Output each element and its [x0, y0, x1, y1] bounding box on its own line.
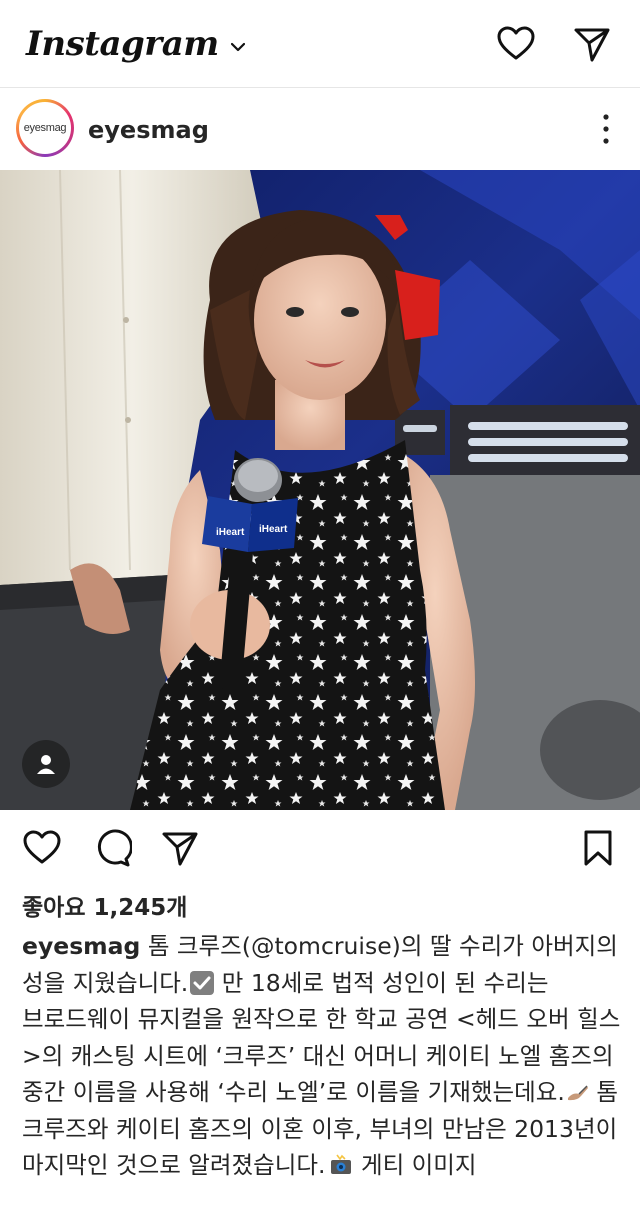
- svg-text:iHeart: iHeart: [216, 527, 245, 538]
- avatar-logo-text: eyesmag: [23, 122, 67, 134]
- avatar-inner: eyesmag: [19, 102, 71, 154]
- top-bar: Instagram: [0, 0, 640, 88]
- post-header: eyesmag eyesmag: [0, 89, 640, 169]
- more-options-icon[interactable]: [594, 107, 618, 151]
- like-heart-icon[interactable]: [22, 828, 62, 868]
- share-paper-plane-icon[interactable]: [160, 828, 200, 868]
- svg-text:iHeart: iHeart: [259, 524, 288, 535]
- logo-switcher[interactable]: Instagram: [26, 20, 245, 68]
- person-icon: [37, 755, 55, 774]
- check-mark-button-icon: [190, 970, 215, 995]
- instagram-logo: Instagram: [26, 24, 219, 64]
- paper-plane-icon[interactable]: [572, 24, 612, 64]
- avatar[interactable]: eyesmag: [16, 99, 74, 157]
- caption-username[interactable]: eyesmag: [22, 932, 140, 960]
- likes-count[interactable]: 좋아요 1,245개: [22, 888, 187, 922]
- post-username[interactable]: eyesmag: [88, 116, 209, 144]
- post-caption: eyesmag 톰 크루즈(@tomcruise)의 딸 수리가 아버지의 성을…: [22, 928, 622, 1184]
- photo-illustration: iHeart iHeart: [0, 170, 640, 810]
- writing-hand-icon: [567, 1085, 588, 1101]
- caption-text-1: 톰 크루즈(: [147, 932, 251, 960]
- post-actions: [0, 812, 640, 882]
- camera-with-flash-icon: [331, 1154, 352, 1174]
- chevron-down-icon: [230, 42, 245, 52]
- post-photo[interactable]: iHeart iHeart: [0, 170, 640, 810]
- comment-bubble-icon[interactable]: [92, 828, 132, 868]
- tagged-user-button[interactable]: [22, 740, 70, 788]
- heart-outline-icon[interactable]: [496, 24, 536, 64]
- bookmark-icon[interactable]: [578, 828, 618, 868]
- mention-link[interactable]: @tomcruise: [251, 932, 392, 960]
- caption-text-5: 게티 이미지: [353, 1151, 477, 1179]
